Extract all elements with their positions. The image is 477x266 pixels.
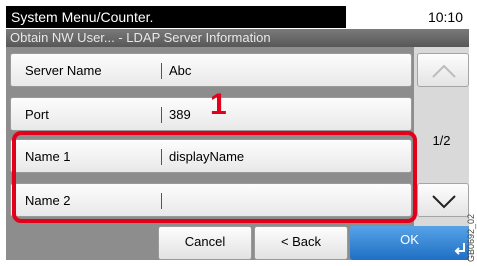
- clock: 10:10: [346, 6, 469, 28]
- highlight-frame: [12, 131, 417, 223]
- row-label: Port: [25, 107, 49, 122]
- cancel-button[interactable]: Cancel: [158, 226, 252, 260]
- page-indicator: 1/2: [432, 133, 451, 148]
- row-label: Server Name: [25, 63, 102, 78]
- step-callout: 1: [210, 88, 227, 121]
- ok-button[interactable]: OK: [350, 226, 469, 260]
- chevron-down-icon: [432, 195, 456, 209]
- window-title: System Menu/Counter.: [6, 6, 346, 28]
- chevron-up-icon: [432, 64, 456, 78]
- figure-code: GB0692_02: [466, 213, 476, 262]
- divider: [161, 107, 162, 123]
- row-server-name[interactable]: Server Name Abc: [10, 53, 412, 87]
- scroll-down-button[interactable]: [417, 183, 469, 217]
- scroll-up-button[interactable]: [417, 53, 469, 87]
- divider: [161, 63, 162, 79]
- breadcrumb: Obtain NW User... - LDAP Server Informat…: [6, 29, 469, 47]
- back-button[interactable]: < Back: [254, 226, 348, 260]
- row-value: 389: [169, 107, 191, 122]
- enter-icon: [454, 243, 465, 255]
- row-value: Abc: [169, 63, 192, 78]
